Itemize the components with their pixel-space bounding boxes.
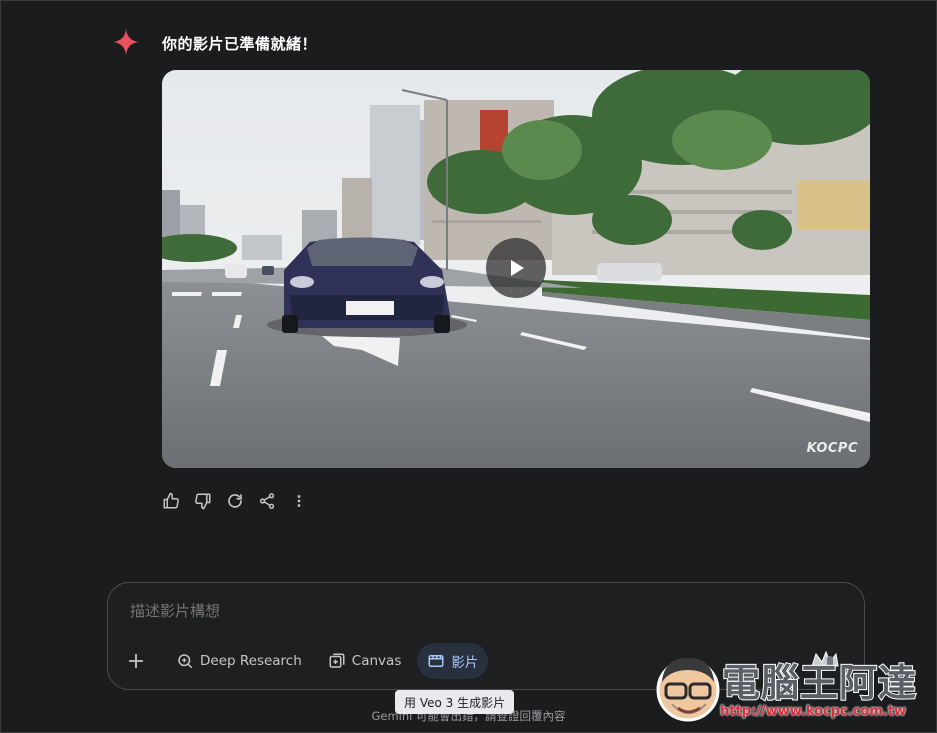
video-label: 影片 — [451, 655, 479, 671]
plus-icon — [129, 654, 143, 668]
more-vert-icon[interactable] — [288, 490, 310, 512]
add-button[interactable] — [120, 643, 152, 679]
response-actions — [160, 490, 310, 512]
mascot-icon — [656, 658, 720, 722]
video-button[interactable]: 影片 — [417, 643, 489, 679]
canvas-label: Canvas — [351, 653, 402, 669]
gemini-sparkle-icon — [112, 28, 140, 56]
site-logo: 電腦王阿達 http://www.kocpc.com.tw — [654, 648, 934, 728]
prompt-input[interactable] — [128, 601, 812, 621]
video-watermark: KOCPC — [806, 441, 858, 456]
logo-title: 電腦王阿達 — [721, 660, 918, 706]
logo-url: http://www.kocpc.com.tw — [720, 704, 907, 719]
response-message: 你的影片已準備就緒！ — [162, 35, 318, 53]
movie-icon — [428, 655, 444, 667]
deep-research-icon — [178, 654, 193, 669]
canvas-button[interactable]: Canvas — [318, 643, 412, 679]
thumb-down-icon[interactable] — [192, 490, 214, 512]
share-icon[interactable] — [256, 490, 278, 512]
deep-research-button[interactable]: Deep Research — [166, 643, 312, 679]
refresh-icon[interactable] — [224, 490, 246, 512]
video-tooltip: 用 Veo 3 生成影片 — [395, 690, 515, 714]
canvas-icon — [329, 653, 345, 668]
prompt-toolbar: Deep Research Canvas 影片 — [120, 643, 494, 679]
play-icon — [511, 260, 524, 276]
play-button[interactable] — [486, 238, 546, 298]
video-player[interactable]: KOCPC — [162, 70, 870, 468]
deep-research-label: Deep Research — [200, 653, 302, 669]
thumb-up-icon[interactable] — [160, 490, 182, 512]
